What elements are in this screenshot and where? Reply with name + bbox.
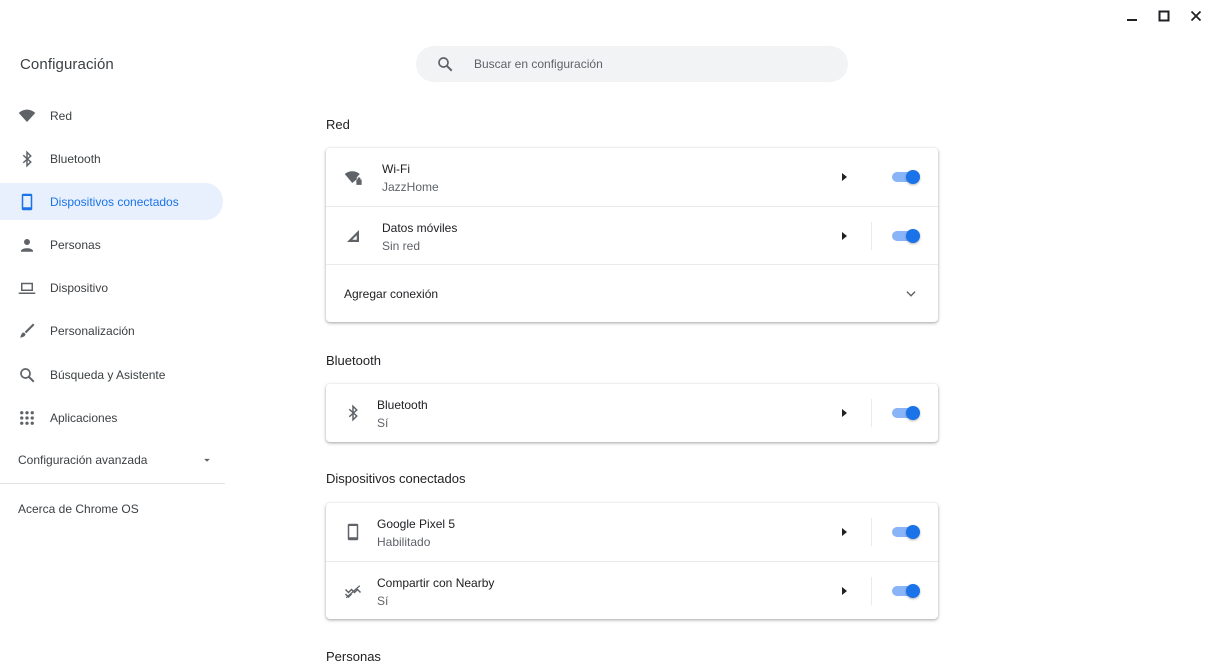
nearby-share-row[interactable]: Compartir con Nearby Sí (326, 561, 938, 619)
toggle-knob (906, 170, 920, 184)
section-title-connected-devices: Dispositivos conectados (326, 471, 466, 486)
maximize-icon (1158, 10, 1170, 22)
sidebar-item-label: Búsqueda y Asistente (50, 367, 166, 382)
connected-devices-card: Google Pixel 5 Habilitado Compartir con … (326, 503, 938, 619)
toggle-knob (906, 406, 920, 420)
sidebar: Configuración Red Bluetooth Dispositivos… (0, 0, 225, 669)
bluetooth-title: Bluetooth (377, 398, 428, 412)
mobile-data-title: Datos móviles (382, 221, 458, 235)
bluetooth-row[interactable]: Bluetooth Sí (326, 384, 938, 442)
chevron-down-icon (904, 287, 918, 301)
about-chrome-os-link[interactable]: Acerca de Chrome OS (18, 502, 139, 516)
add-connection-label: Agregar conexión (344, 287, 439, 301)
bluetooth-icon (18, 150, 36, 168)
arrow-right-icon (838, 407, 850, 419)
mobile-data-status: Sin red (382, 239, 421, 253)
arrow-right-icon (838, 171, 850, 183)
arrow-right-icon (838, 585, 850, 597)
sidebar-item-people[interactable]: Personas (0, 227, 223, 264)
bluetooth-status: Sí (377, 416, 389, 430)
sidebar-item-connected-devices[interactable]: Dispositivos conectados (0, 183, 223, 221)
bluetooth-card: Bluetooth Sí (326, 384, 938, 442)
phone-row[interactable]: Google Pixel 5 Habilitado (326, 503, 938, 561)
network-card: Wi-Fi JazzHome Datos móviles Sin red Agr… (326, 148, 938, 322)
nearby-share-icon (344, 582, 362, 600)
toggle-knob (906, 229, 920, 243)
settings-window: Configuración Red Bluetooth Dispositivos… (0, 0, 1216, 669)
sidebar-divider (0, 483, 225, 484)
row-separator (871, 222, 872, 250)
apps-grid-icon (18, 409, 36, 427)
phone-icon (344, 523, 362, 541)
nearby-share-title: Compartir con Nearby (377, 576, 495, 590)
window-controls (1120, 6, 1208, 26)
nearby-share-toggle[interactable] (892, 583, 922, 599)
toggle-knob (906, 525, 920, 539)
wifi-icon (18, 107, 36, 125)
advanced-settings-toggle[interactable]: Configuración avanzada (18, 450, 214, 470)
sidebar-item-bluetooth[interactable]: Bluetooth (0, 140, 223, 177)
section-title-network: Red (326, 117, 350, 132)
search-icon (436, 55, 454, 73)
sidebar-item-personalization[interactable]: Personalización (0, 313, 223, 350)
sidebar-item-label: Dispositivos conectados (50, 194, 179, 209)
maximize-button[interactable] (1152, 6, 1176, 26)
mobile-data-toggle[interactable] (892, 228, 922, 244)
brush-icon (18, 322, 36, 340)
phone-status: Habilitado (377, 535, 431, 549)
wifi-locked-icon (344, 168, 362, 186)
search-box[interactable] (416, 46, 848, 82)
sidebar-item-label: Dispositivo (50, 281, 109, 296)
mobile-data-texts: Datos móviles Sin red (382, 220, 457, 254)
cellular-signal-icon (344, 227, 362, 245)
close-button[interactable] (1184, 6, 1208, 26)
bluetooth-toggle[interactable] (892, 405, 922, 421)
app-title: Configuración (20, 56, 114, 73)
person-icon (18, 236, 36, 254)
row-separator (871, 518, 872, 546)
toggle-knob (906, 584, 920, 598)
sidebar-item-apps[interactable]: Aplicaciones (0, 399, 223, 436)
wifi-row[interactable]: Wi-Fi JazzHome (326, 148, 938, 206)
wifi-texts: Wi-Fi JazzHome (382, 161, 439, 195)
search-icon (18, 366, 36, 384)
row-separator (871, 399, 872, 427)
bluetooth-icon (344, 404, 362, 422)
wifi-toggle[interactable] (892, 169, 922, 185)
sidebar-item-label: Red (50, 108, 73, 123)
sidebar-item-device[interactable]: Dispositivo (0, 270, 223, 307)
sidebar-item-search-assistant[interactable]: Búsqueda y Asistente (0, 356, 223, 393)
add-connection-row[interactable]: Agregar conexión (326, 264, 938, 322)
phone-texts: Google Pixel 5 Habilitado (377, 516, 455, 550)
advanced-settings-label: Configuración avanzada (18, 453, 148, 467)
close-icon (1190, 10, 1202, 22)
phone-title: Google Pixel 5 (377, 517, 456, 531)
sidebar-nav: Red Bluetooth Dispositivos conectados Pe… (0, 97, 225, 443)
wifi-title: Wi-Fi (382, 162, 410, 176)
section-title-bluetooth: Bluetooth (326, 353, 381, 368)
section-title-people: Personas (326, 649, 381, 664)
sidebar-item-label: Aplicaciones (50, 410, 118, 425)
nearby-share-status: Sí (377, 594, 389, 608)
arrow-right-icon (838, 526, 850, 538)
row-separator (871, 577, 872, 605)
bluetooth-texts: Bluetooth Sí (377, 397, 428, 431)
sidebar-item-red[interactable]: Red (0, 97, 223, 134)
phone-toggle[interactable] (892, 524, 922, 540)
sidebar-item-label: Bluetooth (50, 151, 101, 166)
nearby-share-texts: Compartir con Nearby Sí (377, 575, 494, 609)
phone-icon (18, 193, 36, 211)
search-input[interactable] (474, 57, 814, 71)
dropdown-arrow-icon (204, 458, 210, 462)
arrow-right-icon (838, 230, 850, 242)
sidebar-item-label: Personalización (50, 324, 135, 339)
sidebar-item-label: Personas (50, 238, 101, 253)
mobile-data-row[interactable]: Datos móviles Sin red (326, 206, 938, 264)
minimize-button[interactable] (1120, 6, 1144, 26)
laptop-icon (18, 279, 36, 297)
minimize-icon (1127, 19, 1137, 21)
wifi-network-name: JazzHome (382, 180, 439, 194)
